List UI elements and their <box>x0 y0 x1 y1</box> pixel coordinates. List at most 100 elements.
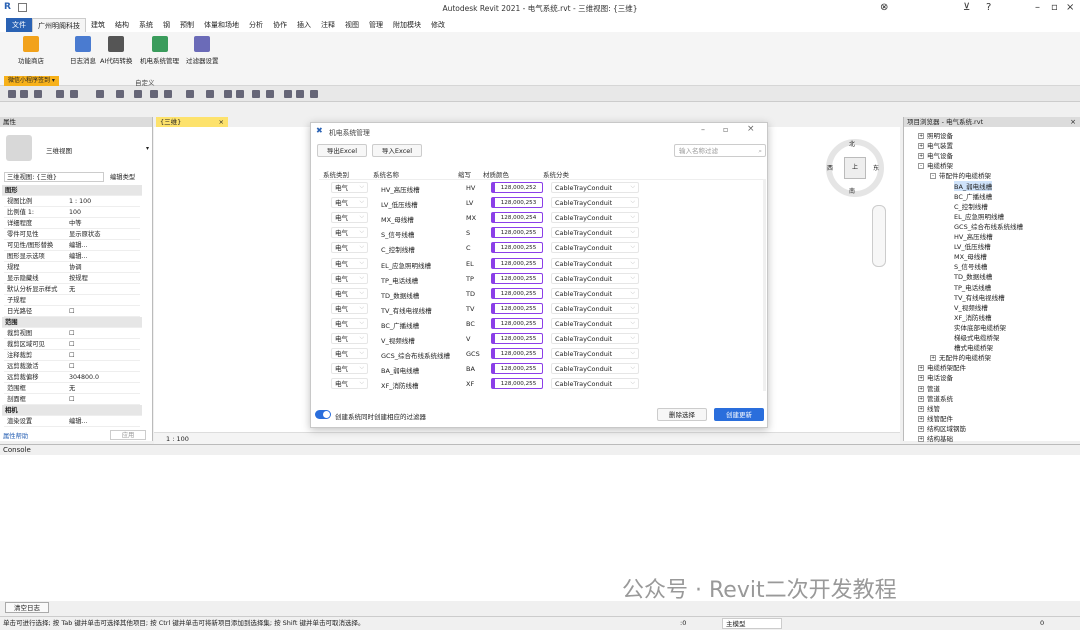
navigation-bar[interactable] <box>872 205 886 267</box>
chevron-down-icon[interactable]: ▾ <box>146 145 149 152</box>
expand-toggle-icon[interactable]: + <box>918 385 924 392</box>
browser-item[interactable]: 梯级式电缆桥架 <box>954 332 1000 342</box>
create-update-button[interactable]: 创建更新 <box>714 408 764 421</box>
binoculars-icon[interactable]: ⊗ <box>880 2 888 13</box>
system-class-select[interactable]: CableTrayConduit <box>551 257 639 269</box>
tab-0[interactable]: 文件 <box>6 18 32 32</box>
table-row[interactable]: 电气 BA_弱电线槽 BA 128,000,255 CableTrayConduit <box>327 361 771 376</box>
toolbar-icon[interactable] <box>252 90 260 98</box>
material-color-swatch[interactable]: 128,000,255 <box>491 302 543 314</box>
maximize-icon[interactable]: ▫ <box>723 125 728 134</box>
expand-toggle-icon[interactable]: + <box>918 153 924 160</box>
material-color-swatch[interactable]: 128,000,255 <box>491 287 543 299</box>
table-row[interactable]: 电气 TP_电话线槽 TP 128,000,255 CableTrayConduit <box>327 271 771 286</box>
wechat-checkin-dropdown[interactable]: 微信小程序签到 ▾ <box>4 76 59 86</box>
property-row[interactable]: 裁剪视图 ☐ <box>4 328 140 339</box>
browser-item[interactable]: 实体底部电缆桥架 <box>954 322 1006 332</box>
minimize-icon[interactable]: – <box>1035 2 1040 13</box>
toolbar-icon[interactable] <box>34 90 42 98</box>
close-view-icon[interactable]: × <box>219 117 224 127</box>
system-class-select[interactable]: CableTrayConduit <box>551 287 639 299</box>
delete-selection-button[interactable]: 删除选择 <box>657 408 707 421</box>
material-color-swatch[interactable]: 128,000,255 <box>491 363 543 375</box>
viewcube[interactable]: 北 南 西 东 上 <box>826 139 884 197</box>
property-row[interactable]: 图形显示选项 编辑... <box>4 251 140 262</box>
tab-12[interactable]: 视图 <box>340 18 364 32</box>
system-type-select[interactable]: 电气 <box>331 302 368 314</box>
expand-toggle-icon[interactable]: + <box>918 425 924 432</box>
system-class-select[interactable]: CableTrayConduit <box>551 317 639 329</box>
clear-log-button[interactable]: 清空日志 <box>5 602 49 613</box>
browser-item[interactable]: MX_母线槽 <box>954 251 987 261</box>
property-row[interactable]: 剖面框 ☐ <box>4 394 140 405</box>
toolbar-icon[interactable] <box>150 90 158 98</box>
system-type-select[interactable]: 电气 <box>331 272 368 284</box>
property-row[interactable]: 视图比例 1 : 100 <box>4 196 140 207</box>
table-row[interactable]: 电气 HV_高压线槽 HV 128,000,252 CableTrayConduit <box>327 180 771 195</box>
property-row[interactable]: 渲染设置 编辑... <box>4 416 140 427</box>
table-row[interactable]: 电气 LV_低压线槽 LV 128,000,253 CableTrayConduit <box>327 195 771 210</box>
toolbar-icon[interactable] <box>186 90 194 98</box>
browser-item[interactable]: S_信号线槽 <box>954 261 987 271</box>
table-scrollbar[interactable] <box>763 179 766 391</box>
browser-item[interactable]: + 无配件的电缆桥架 <box>930 352 991 362</box>
material-color-swatch[interactable]: 128,000,255 <box>491 333 543 344</box>
toolbar-icon[interactable] <box>236 90 244 98</box>
tab-8[interactable]: 分析 <box>244 18 268 32</box>
properties-help-link[interactable]: 属性帮助 <box>3 431 28 440</box>
browser-item[interactable]: + 电气设备 <box>918 150 953 160</box>
browser-item[interactable]: BA_弱电线槽 <box>954 180 993 191</box>
close-icon[interactable]: × <box>1066 2 1074 13</box>
table-row[interactable]: 电气 S_信号线槽 S 128,000,255 CableTrayConduit <box>327 225 771 240</box>
browser-item[interactable]: LV_低压线槽 <box>954 241 991 251</box>
system-class-select[interactable]: CableTrayConduit <box>551 212 639 224</box>
system-class-select[interactable]: CableTrayConduit <box>551 378 639 390</box>
property-row[interactable]: 远剪裁偏移 304800.0 <box>4 372 140 383</box>
system-class-select[interactable]: CableTrayConduit <box>551 302 639 314</box>
toolbar-icon[interactable] <box>20 90 28 98</box>
property-row[interactable]: 可见性/图形替换 编辑... <box>4 240 140 251</box>
create-filter-toggle[interactable] <box>315 410 331 419</box>
expand-toggle-icon[interactable]: + <box>918 405 924 412</box>
browser-item[interactable]: + 电话设备 <box>918 372 953 382</box>
browser-item[interactable]: + 电缆桥架配件 <box>918 362 966 372</box>
tab-15[interactable]: 修改 <box>426 18 450 32</box>
system-class-select[interactable]: CableTrayConduit <box>551 363 639 375</box>
table-row[interactable]: 电气 V_视频线槽 V 128,000,255 CableTrayConduit <box>327 331 771 346</box>
material-color-swatch[interactable]: 128,000,255 <box>491 242 543 254</box>
browser-item[interactable]: V_视频线槽 <box>954 302 988 312</box>
table-row[interactable]: 电气 XF_消防线槽 XF 128,000,255 CableTrayConduit <box>327 376 771 391</box>
maximize-icon[interactable]: ▫ <box>1051 2 1058 13</box>
cart-icon[interactable]: ⊻ <box>963 2 970 13</box>
toolbar-icon[interactable] <box>134 90 142 98</box>
browser-item[interactable]: C_控制线槽 <box>954 201 988 211</box>
property-row[interactable]: 零件可见性 显示原状态 <box>4 229 140 240</box>
property-row[interactable]: 日光路径 ☐ <box>4 306 140 317</box>
system-type-select[interactable]: 电气 <box>331 333 368 344</box>
system-type-select[interactable]: 电气 <box>331 287 368 299</box>
expand-toggle-icon[interactable]: + <box>918 415 924 422</box>
viewcube-north[interactable]: 北 <box>849 139 855 148</box>
system-type-select[interactable]: 电气 <box>331 182 368 193</box>
system-type-select[interactable]: 电气 <box>331 242 368 254</box>
export-excel-button[interactable]: 导出Excel <box>317 144 367 157</box>
view-tab[interactable]: {三维} × <box>156 117 228 127</box>
system-type-select[interactable]: 电气 <box>331 227 368 239</box>
expand-toggle-icon[interactable]: + <box>918 365 924 372</box>
close-icon[interactable]: × <box>747 124 755 134</box>
material-color-swatch[interactable]: 128,000,255 <box>491 378 543 390</box>
browser-item[interactable]: TD_数据线槽 <box>954 271 992 281</box>
system-class-select[interactable]: CableTrayConduit <box>551 227 639 239</box>
property-row[interactable]: 远剪裁激活 ☐ <box>4 361 140 372</box>
edit-type-button[interactable]: 编辑类型 <box>110 172 135 181</box>
material-color-swatch[interactable]: 128,000,254 <box>491 212 543 224</box>
property-row[interactable]: 规程 协调 <box>4 262 140 273</box>
system-type-select[interactable]: 电气 <box>331 363 368 375</box>
browser-item[interactable]: EL_应急照明线槽 <box>954 211 1004 221</box>
system-type-select[interactable]: 电气 <box>331 197 368 209</box>
property-row[interactable]: 注释裁剪 ☐ <box>4 350 140 361</box>
viewcube-east[interactable]: 东 <box>873 163 879 172</box>
viewcube-south[interactable]: 南 <box>849 186 855 195</box>
tab-6[interactable]: 预制 <box>175 18 199 32</box>
toolbar-icon[interactable] <box>116 90 124 98</box>
